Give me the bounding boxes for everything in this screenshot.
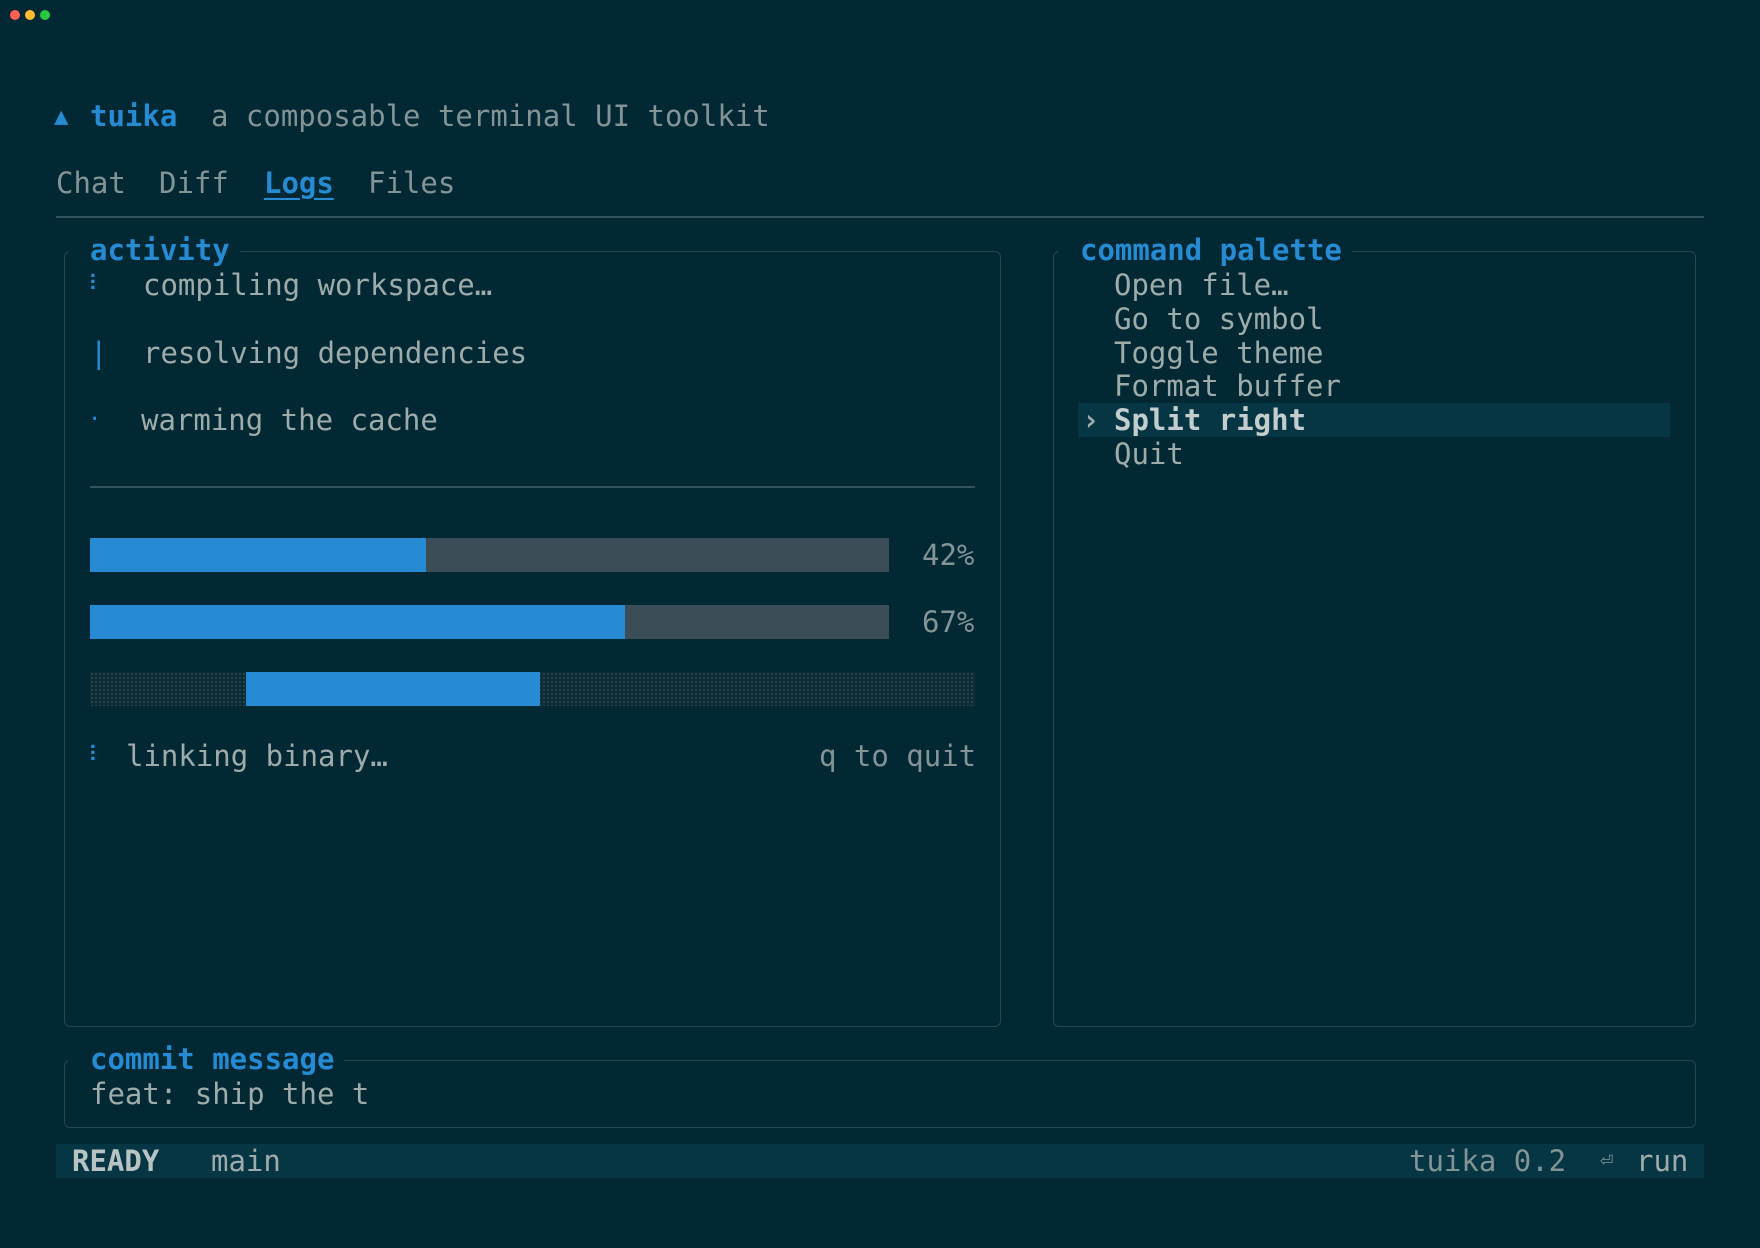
tab-logs[interactable]: Logs <box>264 166 334 200</box>
task-label: resolving dependencies <box>143 336 528 370</box>
progress-percent: 67% <box>922 605 975 639</box>
palette-item-format-buffer[interactable]: Format buffer <box>1114 369 1341 403</box>
spinner-line-icon: | <box>90 336 108 370</box>
tab-diff[interactable]: Diff <box>159 166 229 200</box>
palette-item-toggle-theme[interactable]: Toggle theme <box>1114 336 1324 370</box>
progress-bar-fill <box>90 538 426 572</box>
palette-item-split-right[interactable]: › Split right <box>1078 403 1670 437</box>
app-name: tuika <box>90 99 178 133</box>
spinner-dot-icon: · <box>88 407 102 432</box>
progress-bar-fill <box>90 605 626 639</box>
palette-item-quit[interactable]: Quit <box>1114 437 1184 471</box>
tab-chat[interactable]: Chat <box>56 166 126 200</box>
palette-item-label: Split right <box>1114 403 1307 437</box>
close-window-button[interactable] <box>10 10 20 20</box>
tab-divider <box>56 216 1704 218</box>
version-label: tuika 0.2 <box>1409 1144 1567 1178</box>
command-palette-title: command palette <box>1058 233 1352 267</box>
activity-status: linking binary… <box>126 739 388 773</box>
task-label: warming the cache <box>141 403 438 437</box>
zoom-window-button[interactable] <box>40 10 50 20</box>
app-tagline: a composable terminal UI toolkit <box>211 99 770 133</box>
enter-key-icon: ⏎ <box>1600 1148 1614 1173</box>
quit-hint: q to quit <box>819 739 977 773</box>
commit-message-input[interactable]: feat: ship the t <box>90 1077 369 1111</box>
minimize-window-button[interactable] <box>25 10 35 20</box>
activity-divider <box>90 486 975 488</box>
commit-message-title: commit message <box>68 1042 345 1076</box>
task-label: compiling workspace… <box>143 268 493 302</box>
indeterminate-progress-bar <box>90 672 975 706</box>
palette-item-go-to-symbol[interactable]: Go to symbol <box>1114 302 1324 336</box>
spinner-braille-icon: ⠇ <box>88 743 105 768</box>
spinner-braille-icon: ⠇ <box>88 272 105 297</box>
run-action[interactable]: run <box>1636 1144 1688 1178</box>
indeterminate-progress-fill <box>245 672 541 706</box>
chevron-right-icon: › <box>1082 403 1100 437</box>
branch-name: main <box>211 1144 281 1178</box>
logo-triangle-icon: ▲ <box>54 102 69 130</box>
status-bar: READY main tuika 0.2 ⏎ run <box>56 1144 1704 1178</box>
activity-panel-title: activity <box>68 233 240 267</box>
mode-indicator: READY <box>72 1144 160 1178</box>
progress-bar <box>90 538 889 572</box>
tab-files[interactable]: Files <box>368 166 455 200</box>
palette-item-open-file[interactable]: Open file… <box>1114 268 1289 302</box>
progress-bar <box>90 605 889 639</box>
progress-percent: 42% <box>922 538 975 572</box>
